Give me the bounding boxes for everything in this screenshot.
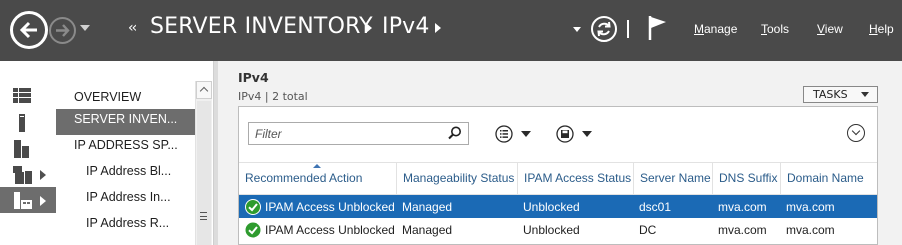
scroll-up-icon[interactable] — [196, 81, 212, 99]
cell-domain-name: mva.com — [786, 223, 835, 237]
breadcrumb-separator-icon — [435, 23, 441, 33]
title-bar: ‹‹ SERVER INVENTORY IPv4 Manage Tools Vi… — [0, 0, 902, 61]
column-label: DNS Suffix — [719, 171, 778, 185]
column-label: IPAM Access Status — [524, 171, 632, 185]
grip-icon[interactable] — [200, 212, 207, 220]
toolbar-divider — [627, 20, 629, 38]
table-row[interactable]: IPAM Access Unblocked Managed Unblocked … — [239, 218, 877, 241]
nav-item-ip-address-inventory[interactable]: IP Address In... — [56, 187, 195, 213]
sort-ascending-icon — [313, 164, 321, 168]
filter-box[interactable] — [248, 122, 469, 145]
chevron-down-icon — [521, 131, 531, 137]
back-button[interactable] — [10, 11, 48, 49]
cell-ipam-access-status: Unblocked — [523, 200, 580, 214]
ipam-icon — [14, 192, 32, 209]
cell-ipam-access-status: Unblocked — [523, 223, 580, 237]
breadcrumb-separator-icon — [366, 23, 372, 33]
icon-rail — [0, 61, 56, 245]
inventory-tile: Recommended Action Manageability Status … — [238, 106, 878, 245]
column-header-domain-name[interactable]: Domain Name — [780, 163, 877, 195]
filter-input[interactable] — [249, 123, 439, 144]
section-subtitle: IPv4 | 2 total — [238, 90, 308, 103]
save-icon — [556, 125, 574, 143]
column-header-ipam-access-status[interactable]: IPAM Access Status — [517, 163, 633, 195]
cell-server-name: DC — [639, 223, 657, 237]
local-server-icon — [19, 114, 25, 132]
rail-dashboard[interactable] — [0, 83, 56, 109]
cell-dns-suffix: mva.com — [718, 223, 767, 237]
menu-help[interactable]: Help — [869, 22, 894, 36]
rail-all-servers[interactable] — [0, 135, 56, 161]
splitter[interactable] — [214, 61, 218, 245]
cell-manageability-status: Managed — [402, 200, 453, 214]
breadcrumb-ipv4[interactable]: IPv4 — [382, 14, 430, 39]
cell-domain-name: mva.com — [786, 200, 835, 214]
nav-item-ip-address-range-groups[interactable]: IP Address R... — [56, 213, 195, 239]
breadcrumb-chevron-icon: ‹‹ — [128, 20, 137, 36]
back-arrow-icon — [13, 14, 45, 46]
forward-arrow-icon — [56, 24, 70, 37]
nav-item-ip-address-space[interactable]: IP ADDRESS SP... — [56, 135, 195, 161]
expand-arrow-icon[interactable] — [40, 170, 46, 180]
refresh-button[interactable] — [591, 16, 617, 42]
column-header-server-name[interactable]: Server Name — [633, 163, 712, 195]
notifications-flag-icon[interactable] — [648, 15, 668, 41]
menu-view[interactable]: View — [817, 22, 843, 36]
recent-pages-dropdown-icon[interactable] — [80, 25, 90, 31]
breadcrumb-server-inventory[interactable]: SERVER INVENTORY — [150, 14, 373, 39]
save-query-button[interactable] — [556, 123, 596, 143]
inventory-grid: Recommended Action Manageability Status … — [239, 162, 877, 241]
nav-item-server-inventory[interactable]: SERVER INVEN... — [56, 109, 195, 135]
column-label: Domain Name — [787, 171, 864, 185]
history-dropdown-icon[interactable] — [573, 27, 581, 32]
column-header-dns-suffix[interactable]: DNS Suffix — [712, 163, 780, 195]
menu-manage[interactable]: Manage — [694, 22, 737, 36]
cell-recommended-action: IPAM Access Unblocked — [265, 200, 395, 214]
cell-server-name: dsc01 — [639, 200, 672, 214]
expand-arrow-icon[interactable] — [40, 196, 46, 206]
refresh-icon — [597, 21, 611, 37]
menu-tools[interactable]: Tools — [761, 22, 789, 36]
nav-item-ip-address-blocks[interactable]: IP Address Bl... — [56, 161, 195, 187]
query-options-button[interactable] — [495, 123, 535, 143]
rail-file-services[interactable] — [0, 161, 56, 187]
tasks-dropdown-button[interactable]: TASKS — [803, 86, 878, 103]
rail-ipam[interactable] — [0, 187, 56, 213]
cell-manageability-status: Managed — [402, 223, 453, 237]
list-options-icon — [495, 125, 513, 143]
cell-recommended-action: IPAM Access Unblocked — [265, 223, 395, 237]
scroll-thumb[interactable] — [197, 101, 211, 245]
column-header-recommended-action[interactable]: Recommended Action — [239, 163, 396, 195]
all-servers-icon — [14, 140, 29, 158]
grid-header: Recommended Action Manageability Status … — [239, 162, 877, 195]
rail-local-server[interactable] — [0, 109, 56, 135]
table-row[interactable]: IPAM Access Unblocked Managed Unblocked … — [239, 195, 877, 218]
column-label: Recommended Action — [245, 171, 363, 185]
section-title: IPv4 — [238, 70, 269, 85]
chevron-down-icon — [582, 131, 592, 137]
cell-dns-suffix: mva.com — [718, 200, 767, 214]
column-label: Server Name — [640, 171, 711, 185]
dashboard-icon — [13, 88, 31, 103]
nav-scrollbar[interactable] — [195, 81, 212, 245]
content-area: IPv4 IPv4 | 2 total TASKS Filter Recomme… — [214, 61, 902, 245]
search-icon[interactable] — [448, 126, 462, 140]
column-header-manageability-status[interactable]: Manageability Status — [396, 163, 517, 195]
file-services-icon — [13, 166, 32, 184]
column-label: Manageability Status — [403, 171, 515, 185]
navigation-pane: OVERVIEW SERVER INVEN... IP ADDRESS SP..… — [56, 61, 213, 245]
collapse-tile-button[interactable] — [847, 124, 865, 142]
forward-button[interactable] — [49, 17, 76, 44]
